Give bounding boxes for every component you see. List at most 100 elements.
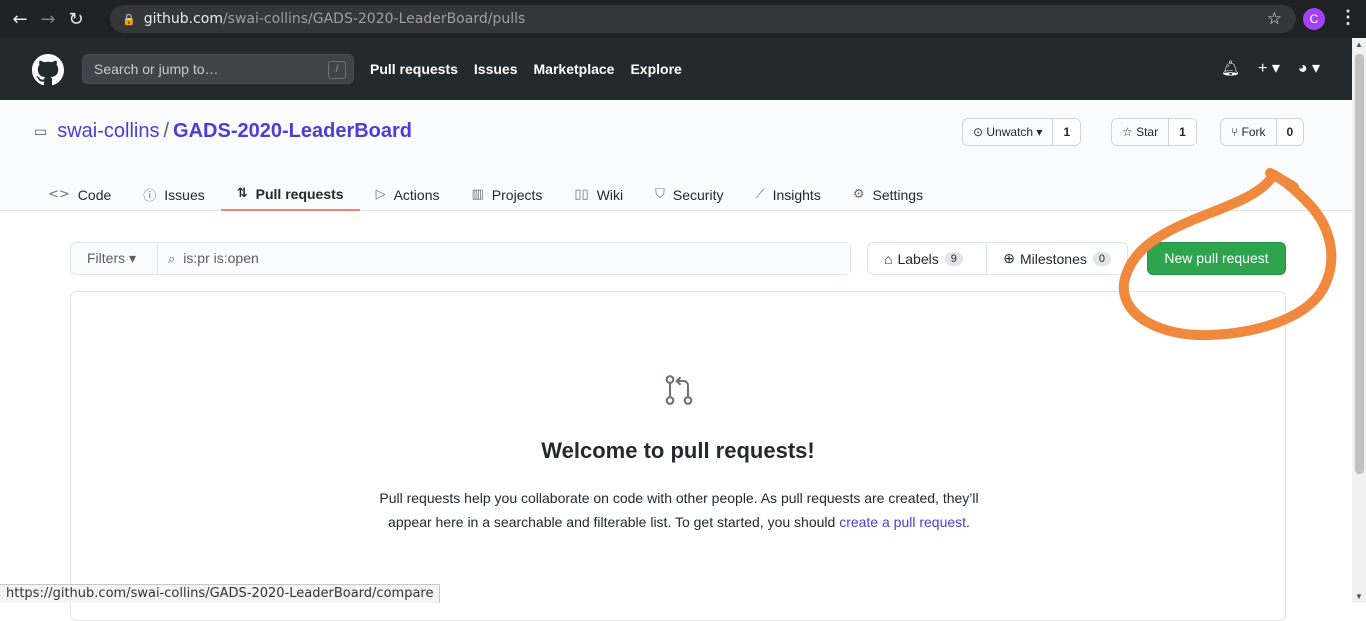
milestones-count: 0 [1092, 251, 1111, 266]
labels-count: 9 [944, 251, 963, 266]
labels-milestones-group: ⌂ Labels 9 ⊕ Milestones 0 [867, 242, 1128, 275]
create-pull-request-link[interactable]: create a pull request [839, 514, 966, 530]
watch-count[interactable]: 1 [1053, 119, 1081, 145]
filter-search-input[interactable]: ⌕ is:pr is:open [158, 243, 850, 274]
filter-bar: Filters ▾ ⌕ is:pr is:open [70, 242, 851, 275]
fork-label: Fork [1241, 125, 1266, 139]
tab-actions[interactable]: ▷ Actions [376, 178, 456, 211]
tab-label: Pull requests [255, 185, 344, 202]
reload-icon[interactable]: ↻ [62, 9, 90, 30]
tab-label: Security [672, 186, 724, 203]
tab-label: Issues [164, 186, 205, 203]
blankslate-description: Pull requests help you collaborate on co… [321, 486, 1037, 534]
filters-button[interactable]: Filters ▾ [71, 243, 158, 274]
labels-label: Labels [897, 250, 939, 267]
tab-code[interactable]: <> Code [48, 178, 127, 211]
description-line-1: Pull requests help you collaborate on co… [379, 490, 979, 506]
shield-icon: ⛉ [655, 187, 665, 202]
plus-dropdown-icon[interactable]: + ▾ [1258, 58, 1280, 78]
nav-issues[interactable]: Issues [474, 61, 518, 77]
tab-wiki[interactable]: ▯▯ Wiki [574, 178, 639, 211]
tab-label: Insights [772, 186, 821, 203]
project-icon: ▥ [471, 187, 484, 202]
search-placeholder: Search or jump to… [94, 61, 219, 77]
labels-button[interactable]: ⌂ Labels 9 [868, 243, 988, 274]
search-icon: ⌕ [168, 252, 176, 267]
star-label: Star [1136, 125, 1159, 139]
nav-marketplace[interactable]: Marketplace [534, 61, 615, 77]
blankslate-title: Welcome to pull requests! [541, 438, 815, 463]
tab-label: Actions [393, 186, 440, 203]
tab-projects[interactable]: ▥ Projects [472, 178, 559, 211]
fork-button-group: ⑂ Fork 0 [1220, 118, 1305, 146]
nav-explore[interactable]: Explore [630, 61, 681, 77]
profile-avatar[interactable]: C [1303, 8, 1325, 30]
github-header: Search or jump to… / Pull requests Issue… [0, 38, 1352, 100]
tab-pull-requests[interactable]: ⇅ Pull requests [220, 178, 360, 211]
scroll-down-icon[interactable]: ▼ [1355, 592, 1363, 601]
milestones-button[interactable]: ⊕ Milestones 0 [987, 243, 1127, 274]
repo-tabs: <> Code ⓘ Issues ⇅ Pull requests ▷ Actions ▥… [48, 178, 955, 211]
tab-label: Projects [491, 186, 543, 203]
nav-pull-requests[interactable]: Pull requests [370, 61, 458, 77]
search-shortcut-badge: / [328, 61, 346, 79]
code-icon: <> [48, 187, 70, 202]
play-icon: ▷ [375, 187, 386, 202]
filter-query: is:pr is:open [183, 250, 259, 266]
blankslate: Welcome to pull requests! Pull requests … [70, 291, 1286, 621]
repo-separator: / [163, 120, 170, 142]
milestone-icon: ⊕ [1003, 250, 1015, 266]
bell-icon[interactable]: 🔔︎ [1221, 59, 1240, 77]
scroll-up-icon[interactable]: ▲ [1355, 40, 1363, 49]
header-actions: 🔔︎ + ▾ ◕ ▾ [1221, 58, 1320, 78]
description-period: . [966, 514, 970, 530]
search-input[interactable]: Search or jump to… / [82, 54, 354, 84]
browser-menu-icon[interactable]: ⋮ [1339, 7, 1357, 28]
repo-header: ▭ swai-collins / GADS-2020-LeaderBoard ⊙… [0, 100, 1352, 211]
tab-security[interactable]: ⛉ Security [655, 178, 739, 211]
url-host: github.com [143, 11, 223, 27]
tab-issues[interactable]: ⓘ Issues [143, 178, 220, 211]
scrollbar-thumb[interactable] [1355, 54, 1364, 474]
lock-icon: 🔒 [122, 12, 136, 26]
url-path: /swai-collins/GADS-2020-LeaderBoard/pull… [222, 11, 526, 27]
watch-button[interactable]: ⊙ Unwatch ▾ [963, 119, 1054, 145]
pull-request-icon: ⇅ [236, 186, 248, 201]
browser-toolbar: ← → ↻ 🔒 github.com/swai-collins/GADS-202… [0, 0, 1366, 38]
book-icon: ▯▯ [574, 187, 589, 202]
tab-insights[interactable]: ⟋ Insights [755, 178, 836, 211]
star-count[interactable]: 1 [1169, 119, 1196, 145]
fork-button[interactable]: ⑂ Fork [1221, 119, 1277, 145]
issue-icon: ⓘ [143, 189, 157, 204]
github-logo-icon[interactable] [32, 54, 64, 86]
user-avatar-dropdown[interactable]: ◕ ▾ [1298, 58, 1320, 78]
repo-title: ▭ swai-collins / GADS-2020-LeaderBoard [34, 120, 412, 143]
forward-icon[interactable]: → [34, 9, 62, 30]
repo-owner-link[interactable]: swai-collins [57, 120, 159, 143]
gear-icon: ⚙ [852, 187, 865, 202]
page-scrollbar[interactable]: ▲ ▼ [1352, 38, 1366, 603]
tab-label: Code [77, 186, 112, 203]
address-bar[interactable]: 🔒 github.com/swai-collins/GADS-2020-Lead… [110, 5, 1296, 33]
tab-label: Wiki [596, 186, 624, 203]
star-button-group: ☆ Star 1 [1111, 118, 1197, 146]
link-status-bar: https://github.com/swai-collins/GADS-202… [0, 584, 441, 603]
tab-label: Settings [872, 186, 924, 203]
fork-count[interactable]: 0 [1276, 119, 1304, 145]
watch-label: Unwatch [986, 125, 1034, 139]
description-line-2: appear here in a searchable and filterab… [388, 514, 836, 530]
graph-icon: ⟋ [755, 187, 765, 202]
bookmark-star-icon[interactable]: ☆ [1267, 9, 1282, 29]
watch-button-group: ⊙ Unwatch ▾ 1 [962, 118, 1082, 146]
star-button[interactable]: ☆ Star [1112, 119, 1170, 145]
milestones-label: Milestones [1019, 250, 1087, 267]
new-pull-request-button[interactable]: New pull request [1147, 242, 1286, 275]
tab-settings[interactable]: ⚙ Settings [853, 178, 939, 211]
repo-icon: ▭ [34, 123, 48, 139]
tag-icon: ⌂ [884, 250, 893, 267]
repo-name-link[interactable]: GADS-2020-LeaderBoard [173, 120, 412, 143]
filters-label: Filters [87, 250, 126, 266]
header-nav: Pull requests Issues Marketplace Explore [370, 61, 682, 77]
pull-request-large-icon [665, 375, 693, 405]
back-icon[interactable]: ← [6, 9, 34, 30]
